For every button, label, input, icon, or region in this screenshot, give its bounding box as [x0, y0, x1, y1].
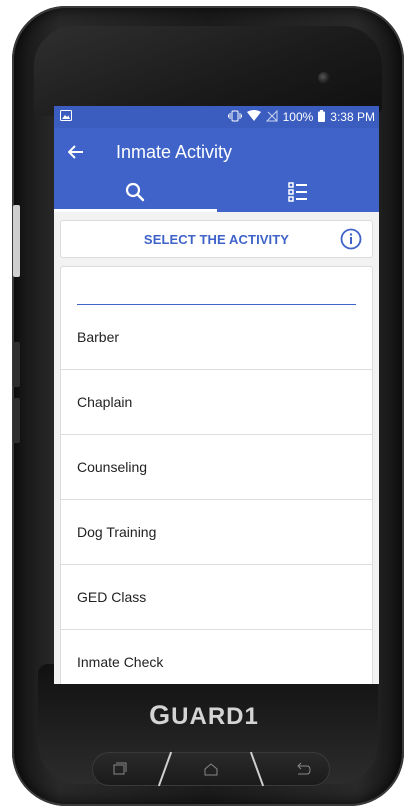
volume-down-button — [13, 398, 20, 443]
vibrate-icon — [227, 110, 242, 125]
search-underline — [77, 304, 356, 305]
info-icon[interactable] — [340, 228, 362, 250]
home-key-icon[interactable] — [201, 761, 221, 777]
tab-list[interactable] — [217, 176, 380, 212]
key-divider — [158, 751, 173, 787]
battery-icon — [318, 109, 326, 125]
wifi-icon — [246, 109, 261, 125]
hardware-nav-keys — [92, 751, 330, 787]
list-item[interactable]: Dog Training — [61, 500, 372, 565]
list-item[interactable]: Inmate Check — [61, 630, 372, 684]
tab-search[interactable] — [54, 176, 217, 212]
clock: 3:38 PM — [330, 110, 375, 124]
list-item[interactable]: Counseling — [61, 435, 372, 500]
volume-up-button — [13, 342, 20, 387]
back-key-icon[interactable] — [293, 761, 313, 777]
app-bar: Inmate Activity — [54, 128, 379, 176]
tab-bar — [54, 176, 379, 212]
search-icon — [125, 182, 145, 207]
no-signal-icon — [265, 109, 278, 125]
side-button-ptt — [13, 205, 20, 277]
status-bar: 100% 3:38 PM — [54, 106, 379, 128]
list-item[interactable]: Barber — [61, 305, 372, 370]
recent-apps-key-icon[interactable] — [109, 761, 129, 777]
key-divider — [249, 751, 264, 787]
phone-screen: 100% 3:38 PM Inmate Activity SELECT THE … — [54, 106, 379, 684]
select-activity-label: SELECT THE ACTIVITY — [143, 231, 290, 247]
brand-logo: GUARD1 — [149, 700, 259, 730]
back-arrow-icon[interactable] — [68, 142, 88, 162]
list-item[interactable]: Chaplain — [61, 370, 372, 435]
page-title: Inmate Activity — [116, 141, 233, 162]
list-icon — [288, 181, 308, 207]
battery-percent: 100% — [282, 110, 314, 124]
search-input[interactable] — [61, 267, 372, 305]
front-camera — [318, 72, 330, 84]
select-activity-header: SELECT THE ACTIVITY — [60, 220, 373, 258]
activity-list: Barber Chaplain Counseling Dog Training … — [60, 266, 373, 684]
gallery-notification-icon — [60, 110, 72, 124]
list-item[interactable]: GED Class — [61, 565, 372, 630]
